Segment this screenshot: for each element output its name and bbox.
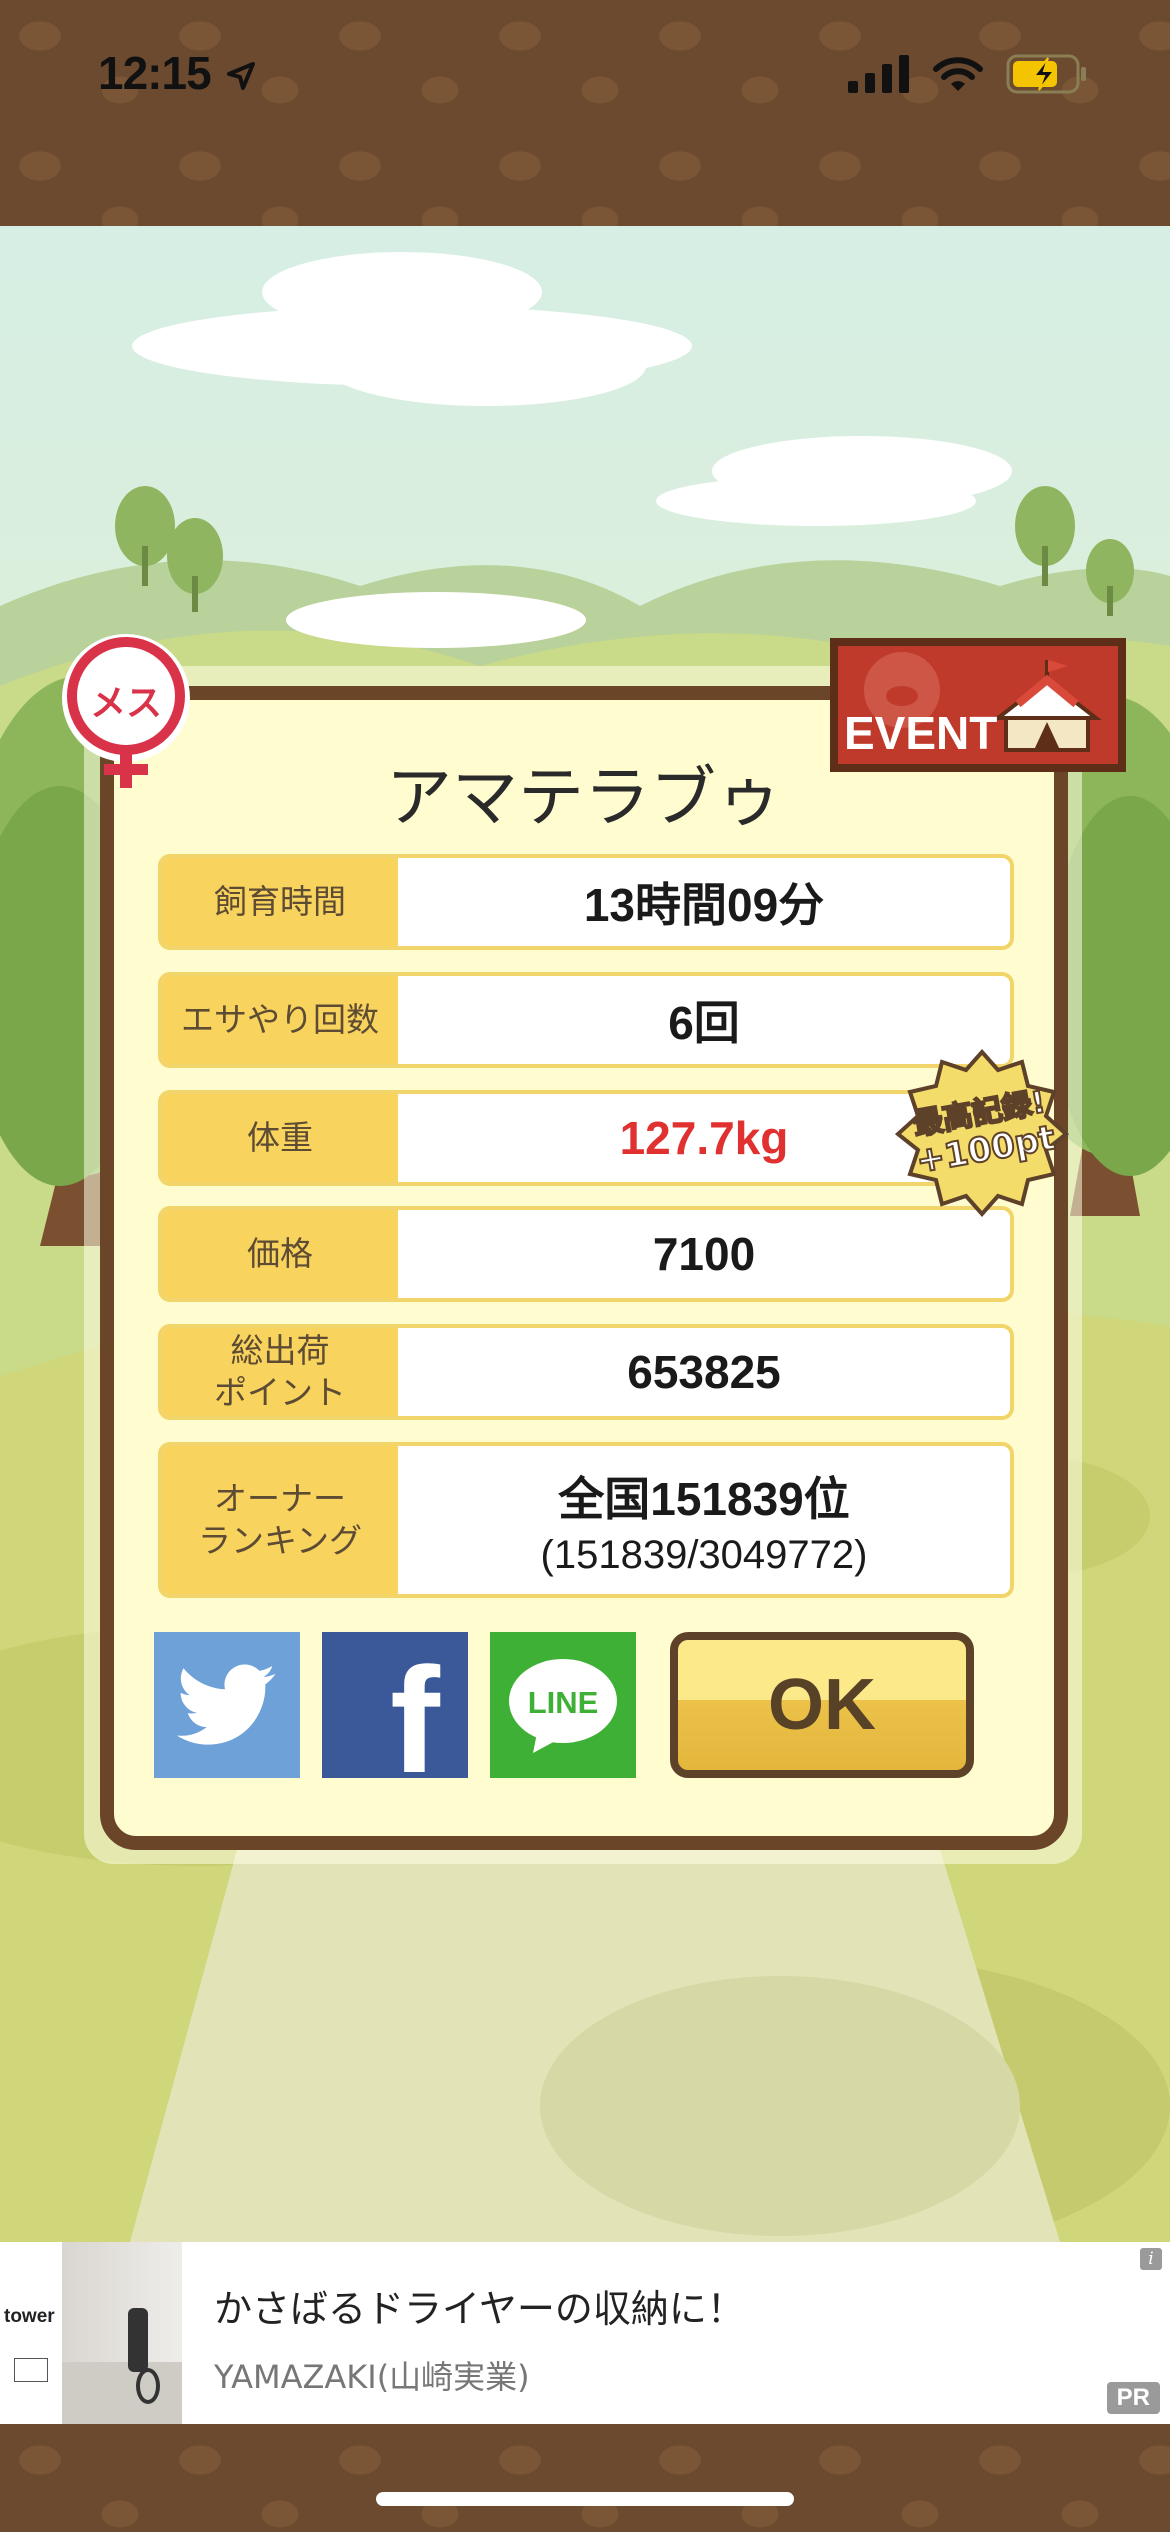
status-time: 12:15: [98, 46, 256, 100]
stat-row-shipping-points: 総出荷 ポイント 653825: [158, 1324, 1014, 1420]
stat-label: 飼育時間: [162, 858, 398, 946]
wifi-icon: [933, 57, 983, 91]
stat-row-weight: 体重 127.7kg: [158, 1090, 1014, 1186]
event-badge[interactable]: EVENT: [830, 638, 1126, 772]
facebook-icon: f: [390, 1636, 440, 1778]
stat-label: 体重: [162, 1094, 398, 1182]
ad-advertiser: YAMAZAKI(山崎実業): [214, 2358, 530, 2396]
status-time-text: 12:15: [98, 47, 212, 99]
ad-brand-mark: [14, 2358, 48, 2382]
stat-value: 13時間09分: [398, 858, 1010, 946]
ad-banner[interactable]: tower かさばるドライヤーの収納に！ YAMAZAKI(山崎実業) PR i: [0, 2242, 1170, 2424]
facebook-share-button[interactable]: f: [322, 1632, 468, 1778]
status-bar: 12:15: [0, 0, 1170, 226]
stat-row-feed-count: エサやり回数 6回: [158, 972, 1014, 1068]
ok-button-label: OK: [768, 1665, 876, 1745]
stat-label: 価格: [162, 1210, 398, 1298]
stat-row-owner-ranking: オーナー ランキング 全国151839位 (151839/3049772): [158, 1442, 1014, 1598]
stat-label: エサやり回数: [162, 976, 398, 1064]
stat-row-breeding-time: 飼育時間 13時間09分: [158, 854, 1014, 950]
stat-label: オーナー ランキング: [162, 1446, 398, 1594]
home-indicator[interactable]: [376, 2492, 794, 2506]
stat-value-text: 6回: [668, 997, 740, 1049]
ranking-detail: (151839/3049772): [540, 1532, 868, 1577]
ad-title[interactable]: かさばるドライヤーの収納に！: [214, 2278, 745, 2333]
stat-row-price: 価格 7100: [158, 1206, 1014, 1302]
ad-brand-text: tower: [4, 2306, 55, 2327]
circus-tent-icon: [992, 660, 1102, 752]
cloud: [712, 436, 1012, 506]
event-label: EVENT: [844, 707, 998, 759]
cloud: [326, 326, 646, 406]
stat-value: 7100: [398, 1210, 1010, 1298]
battery-charging-icon: [1006, 54, 1086, 94]
cellular-signal-icon: [848, 55, 909, 93]
line-label: LINE: [527, 1685, 599, 1720]
ad-brand-logo: tower: [0, 2242, 62, 2424]
stat-label: 総出荷 ポイント: [162, 1328, 398, 1416]
status-icons: [848, 54, 1088, 94]
ad-info-icon[interactable]: i: [1140, 2248, 1162, 2270]
ranking-text: 全国151839位: [558, 1472, 850, 1525]
ad-image: [62, 2242, 182, 2424]
record-badge: 最高記録! +100pt: [894, 1048, 1070, 1218]
ad-pr-badge: PR: [1106, 2382, 1160, 2414]
stat-value-text: 653825: [627, 1346, 781, 1398]
bottom-pattern-bar: [0, 2424, 1170, 2532]
line-icon: LINE: [507, 1657, 619, 1753]
stat-value: 653825: [398, 1328, 1010, 1416]
twitter-bird-icon: [177, 1664, 276, 1745]
result-dialog: アマテラブゥ 飼育時間 13時間09分 エサやり回数 6回 体重 127.7kg…: [100, 686, 1068, 1850]
line-share-button[interactable]: LINE: [490, 1632, 636, 1778]
gender-label: メス: [89, 683, 162, 724]
cloud: [286, 592, 586, 648]
ok-button[interactable]: OK: [670, 1632, 974, 1778]
stat-value-text: 127.7kg: [619, 1112, 789, 1164]
location-arrow-icon: [227, 62, 256, 90]
stat-value-text: 13時間09分: [583, 879, 825, 931]
gender-badge: メス: [56, 632, 196, 792]
stat-value-text: 7100: [652, 1228, 756, 1280]
stat-value: 全国151839位 (151839/3049772): [398, 1446, 1010, 1594]
cloud: [262, 252, 542, 332]
twitter-share-button[interactable]: [154, 1632, 300, 1778]
